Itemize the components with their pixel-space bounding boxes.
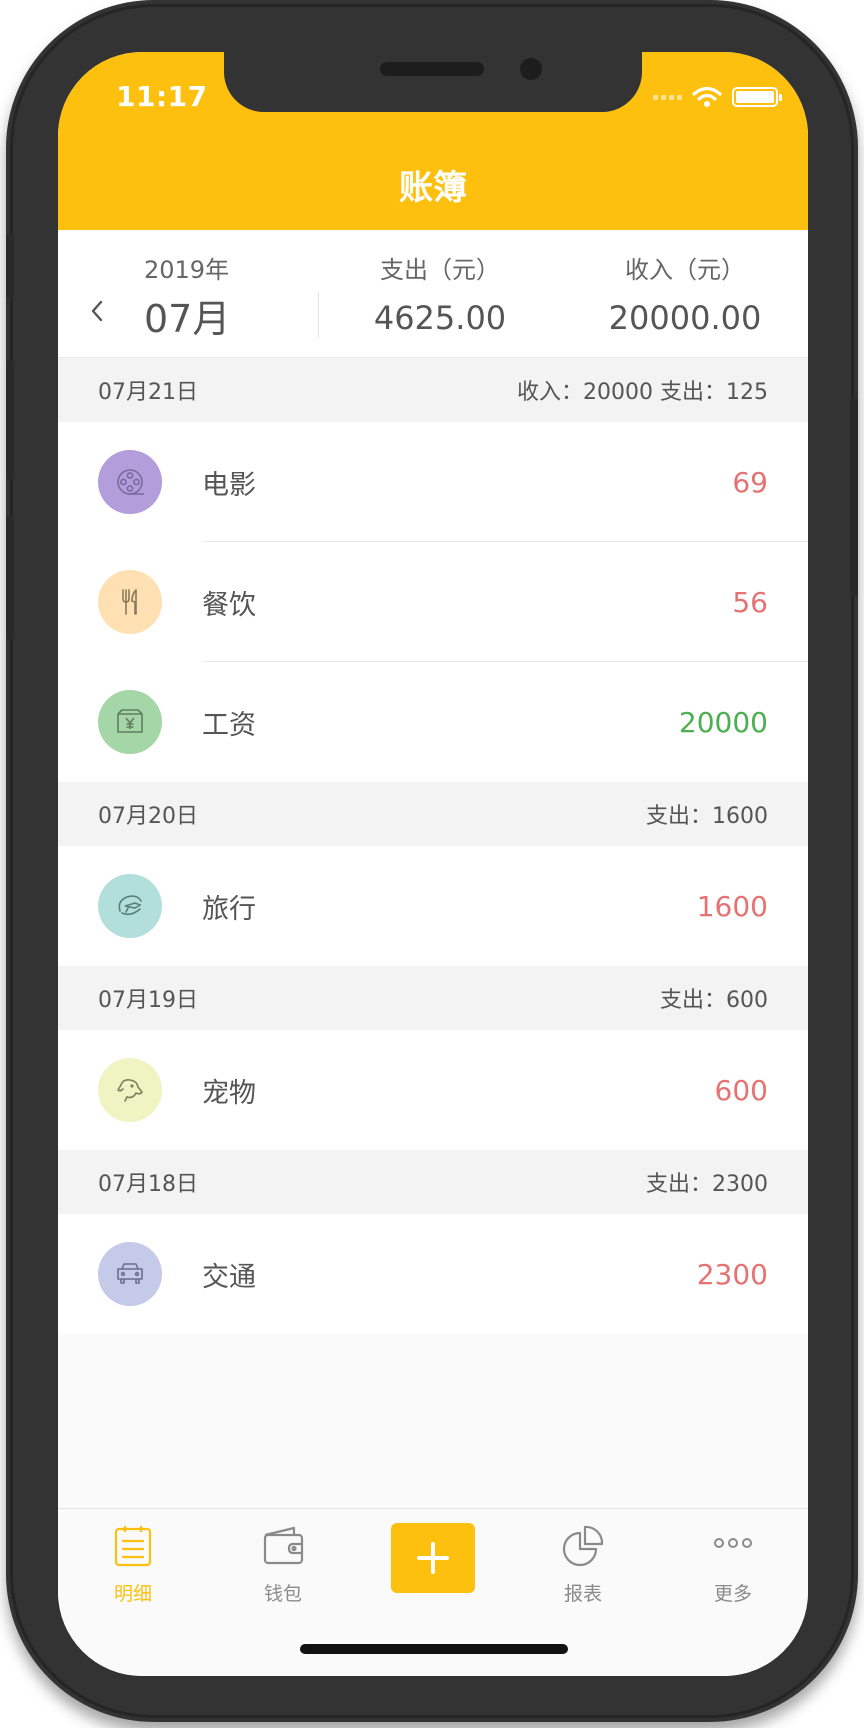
wallet-icon bbox=[263, 1526, 304, 1565]
more-dots-icon bbox=[714, 1538, 752, 1548]
plus-icon bbox=[417, 1542, 449, 1574]
battery-icon bbox=[732, 87, 782, 107]
day-date: 07月21日 bbox=[98, 380, 198, 405]
salary-envelope-icon bbox=[98, 690, 162, 754]
tab-more-label: 更多 bbox=[713, 1583, 752, 1605]
category-name: 工资 bbox=[202, 709, 256, 741]
transaction-row[interactable]: 宠物 600 bbox=[58, 1030, 808, 1150]
day-summary: 支出：2300 bbox=[646, 1172, 768, 1197]
tab-more[interactable]: 更多 bbox=[678, 1523, 788, 1606]
expense-total: 4625.00 bbox=[373, 299, 507, 337]
car-icon bbox=[98, 1242, 162, 1306]
device-notch bbox=[224, 52, 642, 112]
transaction-row[interactable]: 旅行 1600 bbox=[58, 846, 808, 966]
day-summary: 支出：600 bbox=[660, 988, 768, 1013]
day-date: 07月20日 bbox=[98, 804, 198, 829]
expense-label: 支出（元） bbox=[380, 256, 500, 284]
category-name: 交通 bbox=[202, 1261, 256, 1293]
mute-switch bbox=[6, 234, 14, 298]
tab-details-label: 明细 bbox=[113, 1583, 152, 1605]
add-record-button[interactable] bbox=[391, 1523, 475, 1593]
day-header: 07月18日 支出：2300 bbox=[58, 1150, 808, 1214]
amount: 20000 bbox=[678, 705, 768, 739]
income-summary: 收入（元） 20000.00 bbox=[562, 250, 808, 337]
day-date: 07月18日 bbox=[98, 1172, 198, 1197]
amount: 56 bbox=[732, 585, 768, 619]
day-summary: 收入：20000 支出：125 bbox=[517, 380, 768, 405]
amount: 69 bbox=[732, 465, 768, 499]
wifi-icon bbox=[692, 86, 722, 107]
category-name: 餐饮 bbox=[202, 589, 256, 621]
status-time: 11:17 bbox=[116, 80, 208, 113]
speaker-grille bbox=[380, 62, 484, 76]
volume-down-button bbox=[6, 516, 14, 640]
status-indicators bbox=[653, 86, 782, 108]
notepad-icon bbox=[114, 1526, 152, 1567]
front-camera bbox=[520, 58, 542, 80]
tab-wallet-label: 钱包 bbox=[263, 1583, 302, 1605]
power-button bbox=[850, 398, 858, 596]
expense-summary: 支出（元） 4625.00 bbox=[318, 250, 562, 337]
category-name: 电影 bbox=[202, 469, 256, 501]
pet-dog-icon bbox=[98, 1058, 162, 1122]
film-reel-icon bbox=[98, 450, 162, 514]
tab-report[interactable]: 报表 bbox=[528, 1523, 638, 1606]
pie-chart-icon bbox=[562, 1525, 604, 1567]
page-title: 账簿 bbox=[399, 168, 467, 208]
volume-up-button bbox=[6, 360, 14, 480]
amount: 2300 bbox=[696, 1257, 768, 1291]
category-name: 旅行 bbox=[202, 893, 256, 925]
day-header: 07月20日 支出：1600 bbox=[58, 782, 808, 846]
travel-plane-icon bbox=[98, 874, 162, 938]
income-total: 20000.00 bbox=[608, 299, 762, 337]
fork-knife-icon bbox=[98, 570, 162, 634]
day-header: 07月19日 支出：600 bbox=[58, 966, 808, 1030]
top-bar: 11:17 账簿 bbox=[58, 52, 808, 230]
tab-wallet[interactable]: 钱包 bbox=[228, 1523, 338, 1606]
tab-report-label: 报表 bbox=[563, 1583, 602, 1605]
transaction-list: 07月21日 收入：20000 支出：125 电影 69 餐饮 56 工资 20… bbox=[58, 358, 808, 1334]
tab-details[interactable]: 明细 bbox=[78, 1523, 188, 1606]
transaction-row[interactable]: 电影 69 bbox=[58, 422, 808, 542]
home-indicator[interactable] bbox=[300, 1644, 568, 1654]
month-selector[interactable]: 07月 bbox=[144, 288, 230, 343]
month-summary: 2019年 07月 支出（元） 4625.00 收入（元） 20000.00 bbox=[58, 230, 808, 358]
category-name: 宠物 bbox=[202, 1077, 256, 1109]
chevron-left-icon[interactable] bbox=[86, 296, 110, 326]
day-date: 07月19日 bbox=[98, 988, 198, 1013]
transaction-row[interactable]: 工资 20000 bbox=[58, 662, 808, 782]
income-label: 收入（元） bbox=[625, 256, 745, 284]
amount: 1600 bbox=[696, 889, 768, 923]
amount: 600 bbox=[714, 1073, 768, 1107]
transaction-row[interactable]: 餐饮 56 bbox=[58, 542, 808, 662]
transaction-row[interactable]: 交通 2300 bbox=[58, 1214, 808, 1334]
year-label: 2019年 bbox=[144, 256, 230, 284]
day-summary: 支出：1600 bbox=[646, 804, 768, 829]
cellular-signal-icon bbox=[653, 94, 682, 100]
app-screen: 11:17 账簿 2019年 07月 支出（元） 4625.00 收入（元） 2… bbox=[58, 52, 808, 1676]
day-header: 07月21日 收入：20000 支出：125 bbox=[58, 358, 808, 422]
